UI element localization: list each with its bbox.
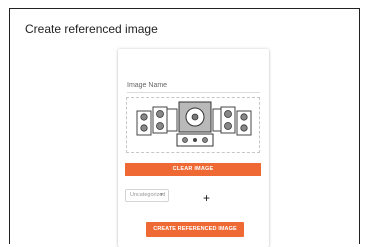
- create-referenced-image-button[interactable]: CREATE REFERENCED IMAGE: [146, 222, 244, 237]
- image-name-label: Image Name: [127, 82, 168, 89]
- image-dropzone[interactable]: [126, 97, 260, 153]
- dialog-frame: Create referenced image Image Name CLEAR…: [9, 8, 360, 247]
- speaker-system-image: [136, 101, 252, 147]
- add-category-button[interactable]: +: [203, 192, 210, 204]
- referenced-image-form: Image Name CLEAR IMAGE Uncategorized ▼ +…: [118, 49, 269, 247]
- chevron-down-icon: ▼: [159, 192, 164, 198]
- clear-image-button[interactable]: CLEAR IMAGE: [125, 163, 261, 176]
- dialog-title: Create referenced image: [25, 22, 158, 36]
- category-select[interactable]: Uncategorized ▼: [125, 189, 169, 202]
- image-name-input[interactable]: [127, 92, 260, 93]
